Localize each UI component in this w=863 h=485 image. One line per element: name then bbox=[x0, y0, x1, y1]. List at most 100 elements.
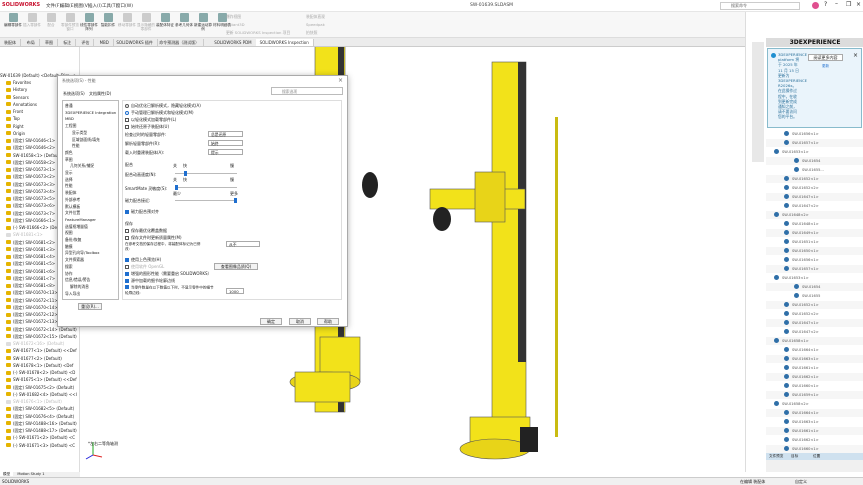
tree-item[interactable]: (固定) SW-01682<5> (Default) bbox=[0, 405, 80, 412]
platform-tree-item[interactable]: SW-01652<2> bbox=[766, 310, 863, 318]
tree-item[interactable]: (固定) SW-01675<2> (Default) bbox=[0, 384, 80, 391]
platform-tree-item[interactable]: SW-01655 bbox=[766, 292, 863, 300]
checkbox-restore-subassemblies[interactable]: 始终还原子装配体(U) bbox=[125, 124, 169, 130]
tree-item[interactable]: (固定) SW-01672<15> (Default) bbox=[0, 333, 80, 340]
ribbon-button[interactable]: 线性零部件阵列 bbox=[80, 13, 98, 37]
platform-tree-item[interactable]: SW-01658<1> bbox=[766, 337, 863, 345]
user-avatar[interactable] bbox=[812, 2, 819, 9]
ribbon-small-button[interactable]: 装配体直观 bbox=[306, 14, 325, 20]
nav-item[interactable]: 默认模板 bbox=[65, 204, 80, 210]
task-pane-tab-strip[interactable] bbox=[752, 42, 764, 162]
platform-tree-item[interactable]: SW-01661<1> bbox=[766, 364, 863, 372]
platform-tree-item[interactable]: SW-01662<1> bbox=[766, 373, 863, 381]
select-rebuild[interactable]: 提示 bbox=[208, 149, 243, 155]
nav-item[interactable]: 装配体 bbox=[65, 190, 76, 196]
platform-tree-item[interactable]: SW-01654 bbox=[766, 157, 863, 165]
ribbon-small-button[interactable]: 拍快照 bbox=[306, 30, 317, 36]
nav-item[interactable]: 备份/恢复 bbox=[65, 237, 81, 243]
platform-tree-item[interactable]: SW-01660<1> bbox=[766, 382, 863, 390]
magnetic-mate-slider[interactable] bbox=[175, 198, 237, 203]
ribbon-button[interactable]: 编辑零部件 bbox=[4, 13, 22, 37]
nav-item[interactable]: 几何关系/捕捉 bbox=[70, 163, 94, 169]
nav-item[interactable]: 普通 bbox=[65, 103, 73, 109]
ribbon-button[interactable]: 移动零部件 bbox=[118, 13, 136, 37]
nav-item[interactable]: MBD bbox=[65, 116, 74, 121]
tree-item[interactable]: (-) SW-01678<2> (Default) <D bbox=[0, 369, 80, 376]
nav-item[interactable]: 文件探索器 bbox=[65, 257, 84, 263]
ribbon-button[interactable]: 参考几何体 bbox=[175, 13, 193, 37]
update-link[interactable]: 更新 bbox=[822, 64, 829, 69]
tab-model[interactable]: 模型 bbox=[0, 472, 14, 476]
nav-item[interactable]: 颜色 bbox=[65, 150, 73, 156]
menu-4[interactable]: 工具(T) bbox=[102, 3, 117, 9]
nav-item[interactable]: 信息/错误/警告 bbox=[65, 277, 90, 283]
close-icon[interactable]: × bbox=[856, 1, 861, 8]
platform-tree-item[interactable]: SW-01652<1> bbox=[766, 301, 863, 309]
tree-item[interactable]: SW-01675<1> (Default) <<Def bbox=[0, 376, 80, 383]
tab-6[interactable]: SOLIDWORKS 插件 bbox=[112, 39, 158, 46]
tree-item[interactable]: SW-01672<16> (Default) bbox=[0, 340, 80, 347]
tab-motion-study[interactable]: Motion Study 1 bbox=[14, 472, 47, 476]
dialog-close-icon[interactable]: × bbox=[338, 77, 343, 84]
platform-tree-item[interactable]: SW-01650<1> bbox=[766, 247, 863, 255]
nav-item[interactable]: 工程图 bbox=[65, 123, 76, 129]
checkbox-threshold[interactable]: 当零件数量在以下数值以下时，不显示零件中的细节轮廓边线: bbox=[125, 285, 215, 296]
checkbox-prealign[interactable]: 磁力配合预对齐 bbox=[125, 209, 159, 215]
notice-close-icon[interactable]: × bbox=[853, 52, 858, 59]
platform-tree-item[interactable]: SW-01656<1> bbox=[766, 256, 863, 264]
panel-tab[interactable]: 文件预览 bbox=[769, 454, 783, 459]
platform-tree-item[interactable]: SW-01657<1> bbox=[766, 139, 863, 147]
platform-tree-item[interactable]: SW-01653<1> bbox=[766, 274, 863, 282]
ribbon-small-button[interactable]: Speedpak bbox=[306, 22, 325, 27]
select-mark-modified[interactable]: 从不 bbox=[226, 241, 260, 247]
menu-5[interactable]: 窗口(W) bbox=[116, 3, 133, 9]
tab-system-options[interactable]: 系统选项(S) bbox=[63, 91, 85, 97]
options-search-input[interactable]: 搜索选项 bbox=[271, 87, 343, 95]
read-more-button[interactable]: 阅读更多内容 bbox=[808, 54, 843, 61]
minimize-icon[interactable]: – bbox=[835, 0, 838, 7]
checkbox-load-lightweight[interactable]: 以轻化模式加载零部件(L) bbox=[125, 117, 176, 123]
tree-item[interactable]: (-) SW-01671<3> (Default) <C bbox=[0, 442, 80, 449]
checkbox-update-mass[interactable]: 保存文件时更新质量属性(M) bbox=[125, 235, 182, 241]
platform-tree-item[interactable]: SW-01664<1> bbox=[766, 409, 863, 417]
tree-item[interactable]: (固定) SW-01676<4> (Default) bbox=[0, 413, 80, 420]
ribbon-button[interactable]: 装配体特征 bbox=[156, 13, 174, 37]
ribbon-button[interactable]: 新建运动算例 bbox=[194, 13, 212, 37]
platform-tree-item[interactable]: SW-01651<1> bbox=[766, 238, 863, 246]
nav-item[interactable]: 性能 bbox=[72, 143, 80, 149]
ribbon-button[interactable]: 插入零部件 bbox=[23, 13, 41, 37]
nav-item[interactable]: 搜索 bbox=[65, 264, 73, 270]
tree-item[interactable]: (固定) SW-01488<17> (Default) bbox=[0, 427, 80, 434]
platform-tree-item[interactable]: SW-01657<1> bbox=[766, 265, 863, 273]
platform-tree-item[interactable]: SW-01663<1> bbox=[766, 418, 863, 426]
tree-item[interactable]: (固定) SW-01488<16> (Default) bbox=[0, 420, 80, 427]
nav-item[interactable]: 区域剖面线/填充 bbox=[72, 137, 100, 143]
tab-9[interactable]: SOLIDWORKS Inspection bbox=[255, 39, 314, 46]
nav-item[interactable]: 显示 bbox=[65, 170, 73, 176]
platform-tree-item[interactable]: SW-01648<1> bbox=[766, 220, 863, 228]
nav-item[interactable]: 选值框增量值 bbox=[65, 224, 88, 230]
ok-button[interactable]: 确定 bbox=[260, 318, 282, 325]
platform-tree-item[interactable]: SW-01647<2> bbox=[766, 202, 863, 210]
select-resolve[interactable]: 始终 bbox=[208, 140, 243, 146]
nav-item[interactable]: 触摸 bbox=[65, 244, 73, 250]
restore-icon[interactable]: ❐ bbox=[846, 1, 851, 8]
tab-7[interactable]: 命令预测器（测试版） bbox=[155, 39, 205, 46]
help-button[interactable]: 帮助 bbox=[317, 318, 339, 325]
ribbon-small-button[interactable]: 爆炸视图 bbox=[226, 14, 241, 20]
platform-tree-item[interactable]: SW-01647<1> bbox=[766, 193, 863, 201]
platform-tree-item[interactable]: SW-01647<1> bbox=[766, 319, 863, 327]
ribbon-button[interactable]: 显示隐藏的零部件 bbox=[137, 13, 155, 37]
smartmate-sensitivity-slider[interactable] bbox=[175, 185, 237, 190]
radio-manual-manage[interactable]: 手动管理已解析模式和轻化模式(M) bbox=[125, 110, 194, 116]
nav-item[interactable]: 协作 bbox=[65, 271, 73, 277]
platform-tree-item[interactable]: SW-01658<2> bbox=[766, 400, 863, 408]
platform-tree-item[interactable]: SW-01654 bbox=[766, 283, 863, 291]
tree-item[interactable]: SW-01676<1> (Default) bbox=[0, 398, 80, 405]
tab-8[interactable]: SOLIDWORKS PDM bbox=[210, 39, 257, 46]
platform-tree-item[interactable]: SW-01660<1> bbox=[766, 445, 863, 453]
menu-3[interactable]: 插入(I) bbox=[88, 3, 102, 9]
radio-auto-optimize[interactable]: 自动优化已解析模式，隐藏轻化模式(A) bbox=[125, 103, 201, 109]
tab-4[interactable]: 评估 bbox=[77, 39, 95, 46]
status-custom[interactable]: 自定义 bbox=[795, 478, 807, 485]
